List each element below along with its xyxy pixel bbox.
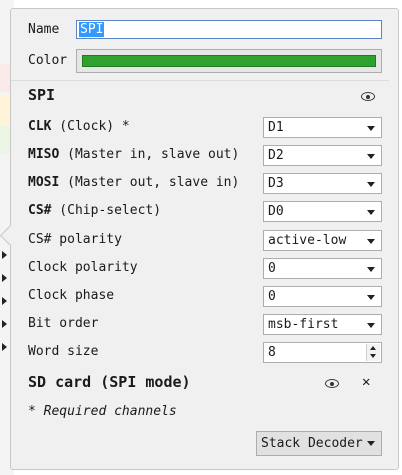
row-label-bit-order: Bit order <box>28 316 99 331</box>
bit-order-select[interactable]: msb-first <box>263 314 382 335</box>
miso-channel-select[interactable]: D2 <box>263 145 382 166</box>
color-picker-button[interactable] <box>76 49 382 73</box>
row-label-mosi: MOSI (Master out, slave in) <box>28 175 240 190</box>
row-label-cs: CS# (Chip-select) <box>28 203 162 218</box>
cs-channel-select[interactable]: D0 <box>263 201 382 222</box>
name-input[interactable]: SPI <box>76 20 382 39</box>
expand-arrow-icon[interactable] <box>2 320 7 328</box>
spin-down-icon[interactable] <box>370 354 376 358</box>
chevron-down-icon <box>367 182 375 187</box>
word-size-spinbox[interactable]: 8 <box>263 342 382 363</box>
mosi-channel-select[interactable]: D3 <box>263 173 382 194</box>
expand-arrow-icon[interactable] <box>2 251 7 259</box>
stacked-decoder-title: SD card (SPI mode) <box>28 373 191 391</box>
chevron-down-icon <box>367 154 375 159</box>
name-label: Name <box>28 22 60 37</box>
eye-icon[interactable] <box>361 92 375 101</box>
color-label: Color <box>28 53 68 68</box>
spin-buttons[interactable] <box>366 344 380 361</box>
row-label-clock-phase: Clock phase <box>28 288 115 303</box>
clk-channel-select[interactable]: D1 <box>263 117 382 138</box>
row-label-clock-polarity: Clock polarity <box>28 260 138 275</box>
expand-arrow-icon[interactable] <box>2 343 7 351</box>
cs-polarity-select[interactable]: active-low <box>263 230 382 251</box>
chevron-down-icon <box>367 323 375 328</box>
spin-up-icon[interactable] <box>370 346 376 350</box>
expand-arrow-icon[interactable] <box>2 274 7 282</box>
chevron-down-icon <box>367 295 375 300</box>
close-icon[interactable]: ✕ <box>362 374 370 390</box>
row-label-cs-polarity: CS# polarity <box>28 232 122 247</box>
row-label-clk: CLK (Clock) * <box>28 119 130 134</box>
chevron-down-icon <box>367 441 375 446</box>
eye-icon[interactable] <box>325 379 339 388</box>
expand-arrow-icon[interactable] <box>2 297 7 305</box>
clock-polarity-select[interactable]: 0 <box>263 258 382 279</box>
row-label-word-size: Word size <box>28 344 99 359</box>
divider <box>11 80 389 81</box>
clock-phase-select[interactable]: 0 <box>263 286 382 307</box>
chevron-down-icon <box>367 126 375 131</box>
chevron-down-icon <box>367 210 375 215</box>
required-note: * Required channels <box>28 404 177 419</box>
stack-decoder-button[interactable]: Stack Decoder <box>256 431 382 456</box>
color-swatch <box>82 55 376 67</box>
decoder-title: SPI <box>28 86 56 104</box>
chevron-down-icon <box>367 239 375 244</box>
name-input-value: SPI <box>79 22 105 37</box>
row-label-miso: MISO (Master in, slave out) <box>28 147 240 162</box>
chevron-down-icon <box>367 267 375 272</box>
